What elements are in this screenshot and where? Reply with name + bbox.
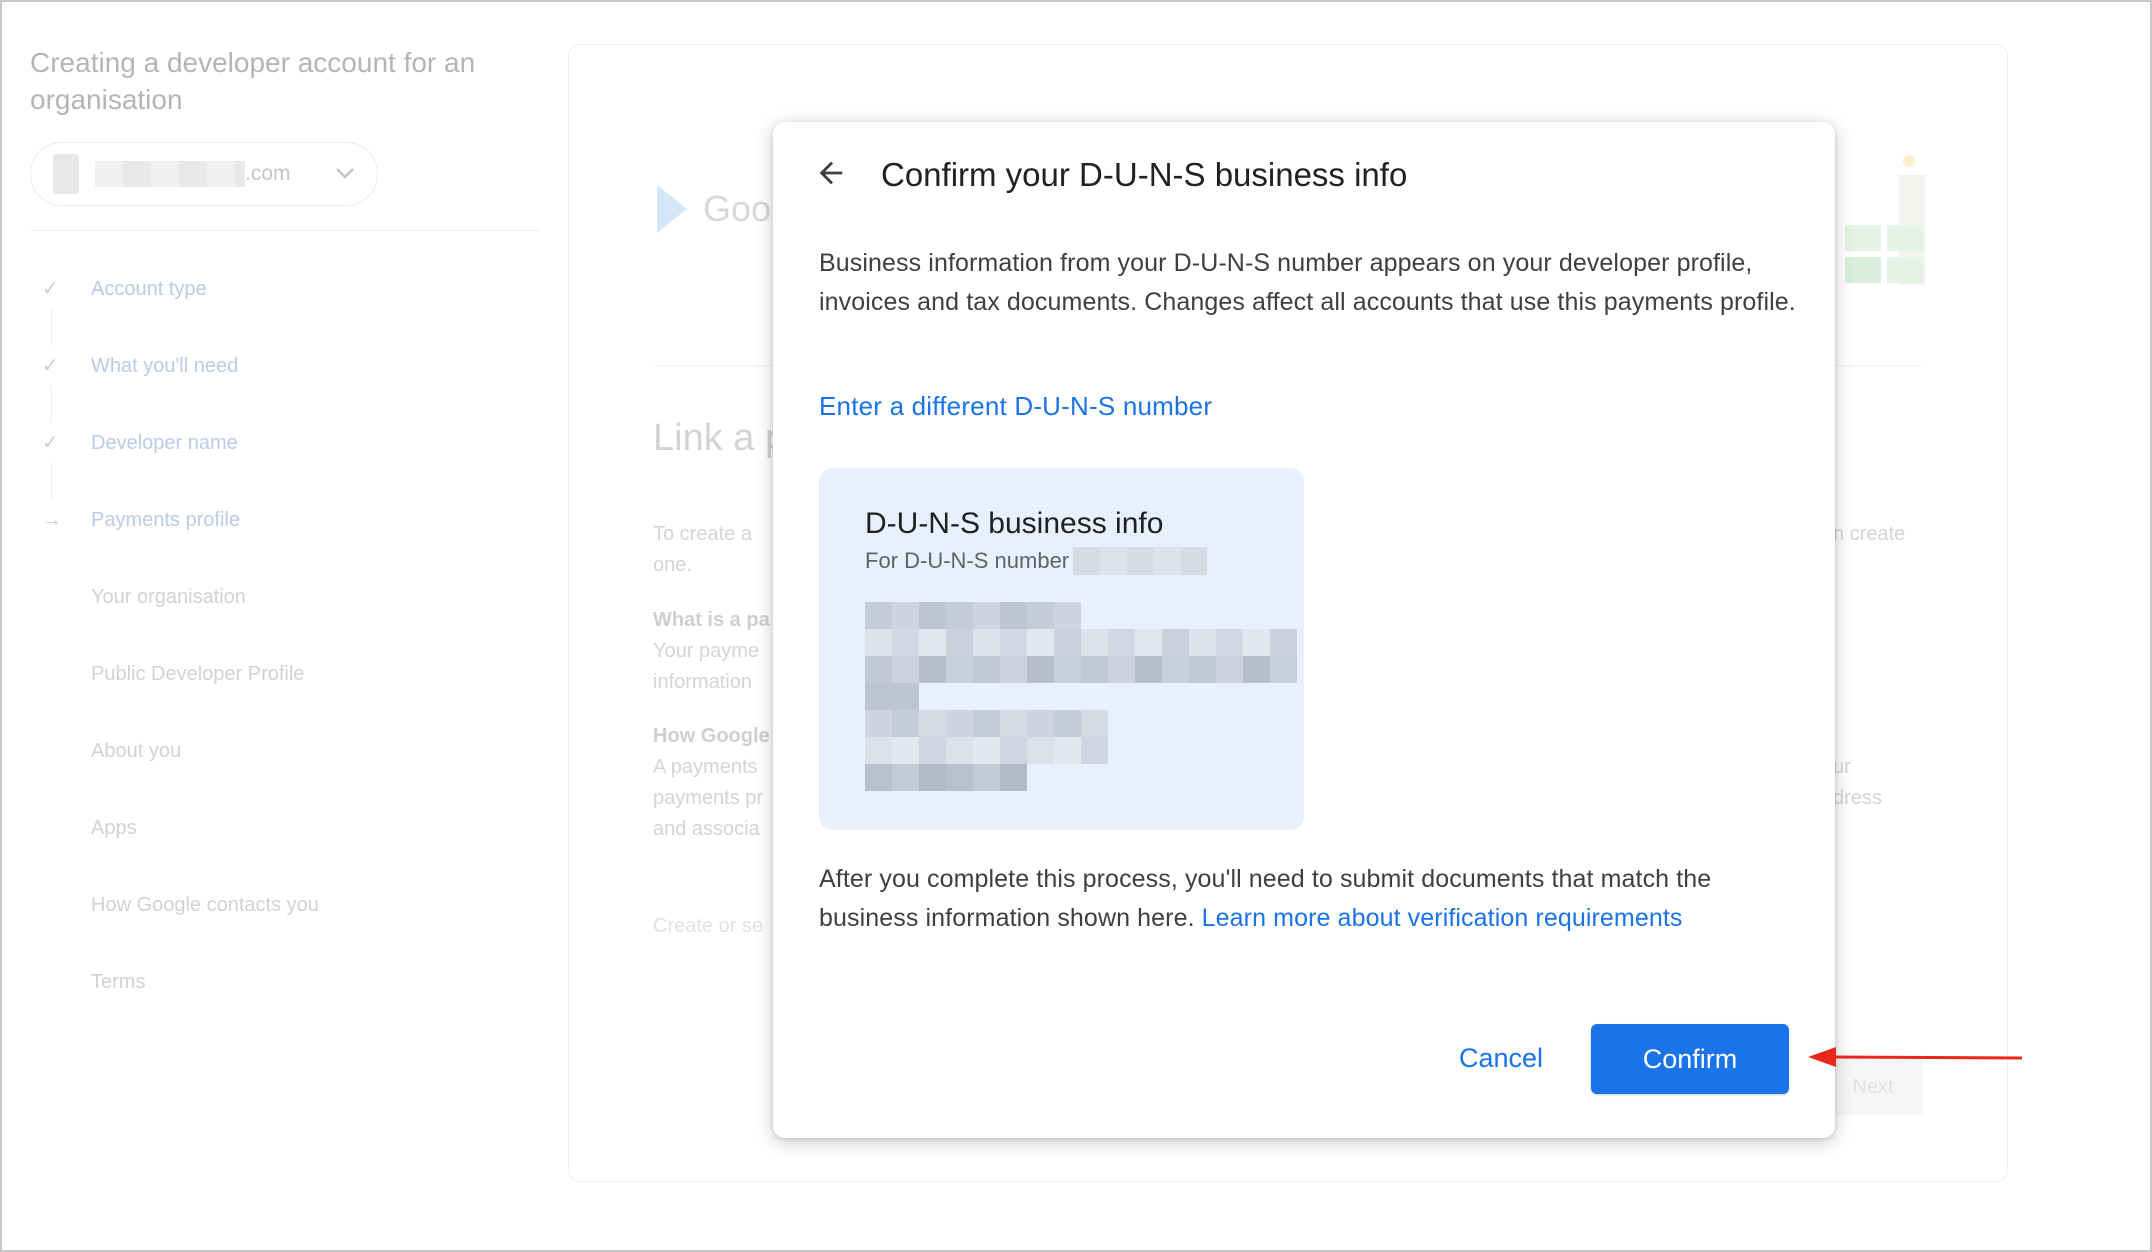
step-label: What you'll need	[91, 355, 239, 377]
step-label: How Google contacts you	[91, 894, 319, 916]
redacted-account-name	[95, 161, 245, 187]
redacted-business-address	[865, 602, 1297, 791]
faq-text: dress	[1833, 787, 1882, 809]
dialog-title: Confirm your D-U-N-S business info	[881, 156, 1408, 193]
verification-note: After you complete this process, you'll …	[819, 860, 1809, 937]
faq-title: How Google	[653, 725, 770, 747]
step-account-type[interactable]: ✓ Account type	[30, 275, 540, 352]
annotation-arrow-icon	[1808, 1047, 2023, 1067]
step-what-youll-need[interactable]: ✓ What you'll need	[30, 352, 540, 429]
step-public-developer-profile: Public Developer Profile	[30, 660, 540, 737]
step-label: Your organisation	[91, 586, 246, 608]
step-developer-name[interactable]: ✓ Developer name	[30, 429, 540, 506]
intro-text: To create a	[653, 523, 752, 545]
confirm-duns-dialog: Confirm your D-U-N-S business info Busin…	[773, 122, 1835, 1138]
faq-text: A payments	[653, 756, 758, 778]
dialog-description: Business information from your D-U-N-S n…	[819, 249, 1796, 316]
faq-text: ur	[1833, 756, 1851, 778]
back-button[interactable]	[803, 146, 859, 202]
avatar	[53, 154, 79, 194]
check-icon: ✓	[42, 278, 59, 300]
sidebar-divider	[30, 230, 540, 231]
step-label: About you	[91, 740, 182, 762]
faq-text: payments pr	[653, 787, 764, 809]
intro-text: n create	[1833, 523, 1906, 545]
faq-text: Your payme	[653, 640, 759, 662]
background-sidebar: Creating a developer account for an orga…	[30, 44, 540, 1045]
chevron-down-icon	[335, 164, 355, 185]
step-connector	[51, 386, 52, 422]
account-domain: .com	[245, 162, 291, 185]
step-about-you: About you	[30, 737, 540, 814]
account-switcher[interactable]: .com	[30, 142, 378, 206]
step-apps: Apps	[30, 814, 540, 891]
cancel-button[interactable]: Cancel	[1443, 1024, 1559, 1092]
step-terms: Terms	[30, 968, 540, 1045]
logo-text: Goo	[703, 188, 772, 229]
step-label: Account type	[91, 278, 207, 300]
check-icon: ✓	[42, 355, 59, 377]
step-how-google-contacts-you: How Google contacts you	[30, 891, 540, 968]
enter-different-duns-link[interactable]: Enter a different D-U-N-S number	[819, 388, 1212, 424]
check-icon: ✓	[42, 432, 59, 454]
create-payments-profile-link[interactable]: Create or se	[653, 911, 763, 942]
step-label: Apps	[91, 817, 137, 839]
duns-card-subtitle: For D-U-N-S number	[865, 546, 1208, 576]
step-connector	[51, 309, 52, 345]
arrow-right-icon: →	[42, 509, 62, 531]
learn-more-verification-link[interactable]: Learn more about verification requiremen…	[1202, 904, 1683, 932]
intro-text: one.	[653, 554, 692, 576]
redacted-duns-number	[1073, 547, 1208, 575]
step-label: Developer name	[91, 432, 238, 454]
faq-title: What is a pa	[653, 609, 770, 631]
step-payments-profile[interactable]: → Payments profile	[30, 506, 540, 583]
step-label: Terms	[91, 971, 146, 993]
step-connector	[51, 463, 52, 499]
play-logo-icon	[657, 185, 687, 233]
faq-text: information	[653, 671, 752, 693]
arrow-back-icon	[814, 156, 848, 193]
progress-steps: ✓ Account type ✓ What you'll need ✓ Deve…	[30, 275, 540, 1045]
page-title: Creating a developer account for an orga…	[30, 47, 476, 115]
faq-text: and associa	[653, 818, 760, 840]
confirm-button[interactable]: Confirm	[1591, 1024, 1789, 1094]
duns-card-title: D-U-N-S business info	[865, 507, 1164, 540]
play-console-logo: Goo	[657, 185, 771, 233]
step-label: Payments profile	[91, 509, 240, 531]
step-your-organisation: Your organisation	[30, 583, 540, 660]
duns-info-card: D-U-N-S business info For D-U-N-S number	[819, 468, 1304, 830]
duns-number-label: For D-U-N-S number	[865, 548, 1070, 573]
section-heading: Link a p	[653, 417, 787, 459]
step-label: Public Developer Profile	[91, 663, 305, 685]
